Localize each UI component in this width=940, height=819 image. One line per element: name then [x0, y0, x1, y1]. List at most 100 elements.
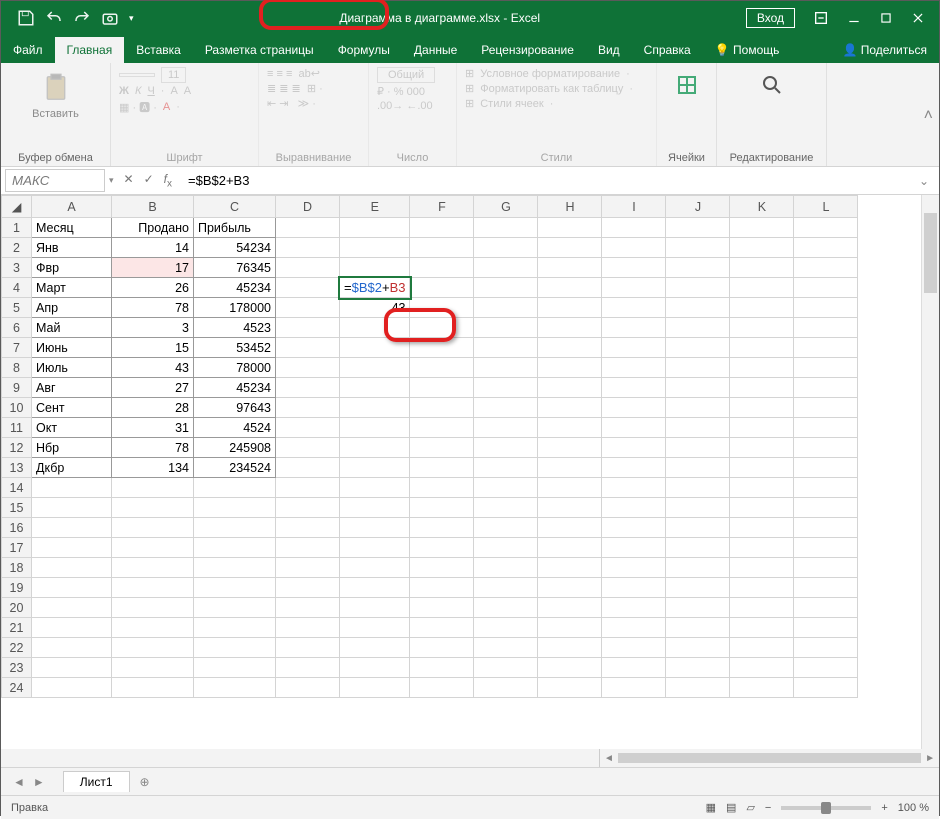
- col-L[interactable]: L: [794, 196, 858, 218]
- cell-D20[interactable]: [276, 598, 340, 618]
- cell-L12[interactable]: [794, 438, 858, 458]
- cell-L20[interactable]: [794, 598, 858, 618]
- cell-B15[interactable]: [112, 498, 194, 518]
- cell-E22[interactable]: [340, 638, 410, 658]
- cell-B21[interactable]: [112, 618, 194, 638]
- cell-E1[interactable]: [340, 218, 410, 238]
- cell-H2[interactable]: [538, 238, 602, 258]
- row-hdr-8[interactable]: 8: [2, 358, 32, 378]
- cell-D3[interactable]: [276, 258, 340, 278]
- expand-formula-icon[interactable]: ⌄: [909, 174, 939, 188]
- cell-J15[interactable]: [666, 498, 730, 518]
- cell-A10[interactable]: Сент: [32, 398, 112, 418]
- cell-I24[interactable]: [602, 678, 666, 698]
- cell-D11[interactable]: [276, 418, 340, 438]
- save-icon[interactable]: [17, 9, 35, 27]
- cell-C2[interactable]: 54234: [194, 238, 276, 258]
- cell-E21[interactable]: [340, 618, 410, 638]
- col-B[interactable]: B: [112, 196, 194, 218]
- col-C[interactable]: C: [194, 196, 276, 218]
- cell-C23[interactable]: [194, 658, 276, 678]
- zoom-value[interactable]: 100 %: [898, 802, 929, 814]
- cell-F9[interactable]: [410, 378, 474, 398]
- cell-F12[interactable]: [410, 438, 474, 458]
- cell-K13[interactable]: [730, 458, 794, 478]
- cell-B11[interactable]: 31: [112, 418, 194, 438]
- select-all[interactable]: ◢: [2, 196, 32, 218]
- cell-C13[interactable]: 234524: [194, 458, 276, 478]
- cell-C16[interactable]: [194, 518, 276, 538]
- cell-B17[interactable]: [112, 538, 194, 558]
- cell-K17[interactable]: [730, 538, 794, 558]
- cell-J19[interactable]: [666, 578, 730, 598]
- cell-L17[interactable]: [794, 538, 858, 558]
- row-hdr-7[interactable]: 7: [2, 338, 32, 358]
- cell-I3[interactable]: [602, 258, 666, 278]
- cell-H11[interactable]: [538, 418, 602, 438]
- cell-G7[interactable]: [474, 338, 538, 358]
- cell-D12[interactable]: [276, 438, 340, 458]
- worksheet-area[interactable]: ◢ ABCDEFGHIJKL 1Месяц Продано Прибыль2Ян…: [1, 195, 939, 749]
- cell-F6[interactable]: [410, 318, 474, 338]
- cell-F8[interactable]: [410, 358, 474, 378]
- cell-D18[interactable]: [276, 558, 340, 578]
- cell-F14[interactable]: [410, 478, 474, 498]
- cell-K7[interactable]: [730, 338, 794, 358]
- cell-E20[interactable]: [340, 598, 410, 618]
- cell-A2[interactable]: Янв: [32, 238, 112, 258]
- row-hdr-6[interactable]: 6: [2, 318, 32, 338]
- row-hdr-12[interactable]: 12: [2, 438, 32, 458]
- cell-I5[interactable]: [602, 298, 666, 318]
- horizontal-scrollbar[interactable]: ◄►: [1, 749, 939, 767]
- cell-K12[interactable]: [730, 438, 794, 458]
- cell-K10[interactable]: [730, 398, 794, 418]
- cell-H5[interactable]: [538, 298, 602, 318]
- cell-K2[interactable]: [730, 238, 794, 258]
- cell-J4[interactable]: [666, 278, 730, 298]
- cell-G8[interactable]: [474, 358, 538, 378]
- row-hdr-16[interactable]: 16: [2, 518, 32, 538]
- cell-K4[interactable]: [730, 278, 794, 298]
- cell-E18[interactable]: [340, 558, 410, 578]
- cell-J16[interactable]: [666, 518, 730, 538]
- col-G[interactable]: G: [474, 196, 538, 218]
- cell-J6[interactable]: [666, 318, 730, 338]
- cancel-formula-icon[interactable]: ✕: [124, 172, 134, 189]
- cell-G10[interactable]: [474, 398, 538, 418]
- cell-J3[interactable]: [666, 258, 730, 278]
- cell-K24[interactable]: [730, 678, 794, 698]
- cell-G5[interactable]: [474, 298, 538, 318]
- formula-input[interactable]: [188, 173, 388, 188]
- vertical-scrollbar[interactable]: [921, 195, 939, 749]
- cell-K22[interactable]: [730, 638, 794, 658]
- cell-H23[interactable]: [538, 658, 602, 678]
- cell-I6[interactable]: [602, 318, 666, 338]
- cell-D7[interactable]: [276, 338, 340, 358]
- cell-D10[interactable]: [276, 398, 340, 418]
- cell-C18[interactable]: [194, 558, 276, 578]
- cell-G2[interactable]: [474, 238, 538, 258]
- cell-D1[interactable]: [276, 218, 340, 238]
- cell-A21[interactable]: [32, 618, 112, 638]
- redo-icon[interactable]: [73, 9, 91, 27]
- cell-A24[interactable]: [32, 678, 112, 698]
- cell-H17[interactable]: [538, 538, 602, 558]
- paste-icon[interactable]: [41, 71, 71, 105]
- cell-I10[interactable]: [602, 398, 666, 418]
- cell-G3[interactable]: [474, 258, 538, 278]
- cell-J17[interactable]: [666, 538, 730, 558]
- cell-L16[interactable]: [794, 518, 858, 538]
- cell-J14[interactable]: [666, 478, 730, 498]
- cell-C6[interactable]: 4523: [194, 318, 276, 338]
- cell-F5[interactable]: [410, 298, 474, 318]
- cell-K3[interactable]: [730, 258, 794, 278]
- cell-L11[interactable]: [794, 418, 858, 438]
- cell-A16[interactable]: [32, 518, 112, 538]
- cell-E3[interactable]: [340, 258, 410, 278]
- format-table-button[interactable]: ⊞ Форматировать как таблицу ·: [465, 82, 648, 95]
- cell-C12[interactable]: 245908: [194, 438, 276, 458]
- cell-D9[interactable]: [276, 378, 340, 398]
- cell-C20[interactable]: [194, 598, 276, 618]
- cell-H19[interactable]: [538, 578, 602, 598]
- row-hdr-11[interactable]: 11: [2, 418, 32, 438]
